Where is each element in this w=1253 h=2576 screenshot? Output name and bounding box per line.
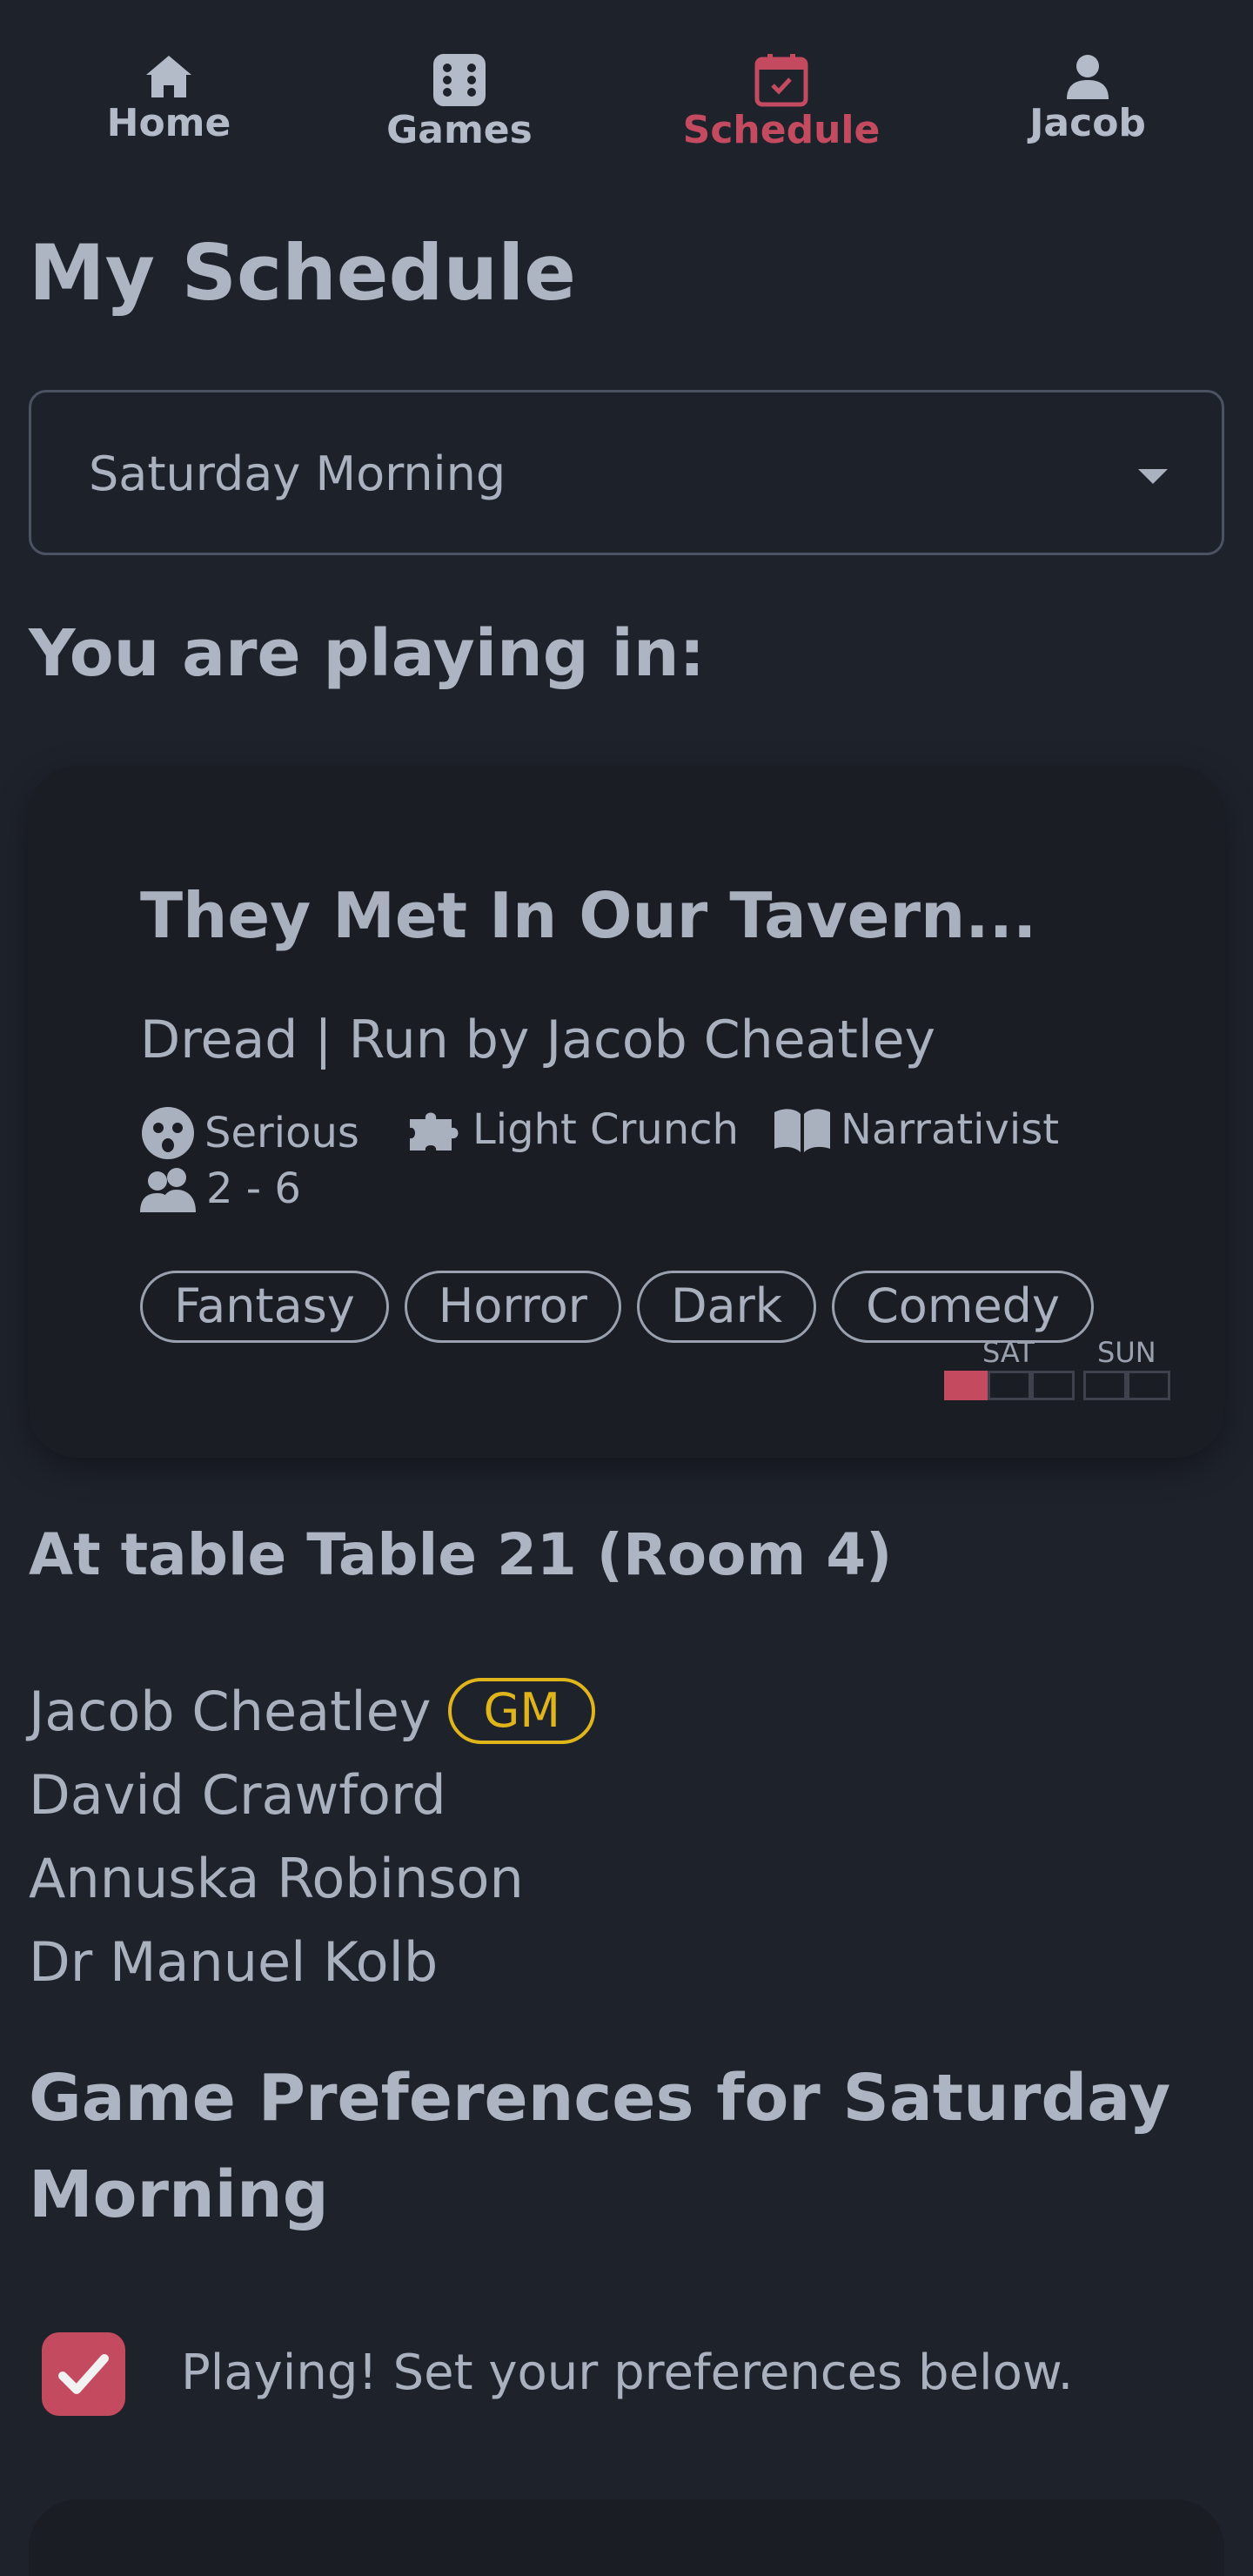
calendar-check-icon — [754, 54, 808, 107]
tag-chip: Comedy — [832, 1271, 1094, 1343]
nav-home-label: Home — [106, 101, 231, 145]
list-item: Jacob Cheatley GM — [29, 1669, 595, 1753]
player-name: Jacob Cheatley — [29, 1679, 432, 1743]
playing-checkbox-label: Playing! Set your preferences below. — [181, 2345, 1074, 2401]
playing-heading: You are playing in: — [29, 616, 706, 691]
list-item: Dr Manuel Kolb — [29, 1920, 595, 2003]
crunch-attribute: Light Crunch — [405, 1105, 739, 1154]
tone-attribute: Serious — [140, 1105, 359, 1161]
session-select[interactable]: Saturday Morning — [29, 390, 1224, 555]
users-icon — [140, 1168, 196, 1212]
slot-sat-afternoon — [988, 1371, 1031, 1400]
player-name: Annuska Robinson — [29, 1846, 524, 1910]
list-item: David Crawford — [29, 1753, 595, 1836]
nav-profile-label: Jacob — [1029, 101, 1146, 145]
puzzle-piece-icon — [410, 1112, 459, 1150]
game-card[interactable]: They Met In Our Tavern... Dread | Run by… — [29, 766, 1224, 1458]
game-subtitle: Dread | Run by Jacob Cheatley — [140, 1010, 936, 1070]
table-heading: At table Table 21 (Room 4) — [29, 1521, 893, 1588]
preferences-heading: Game Preferences for Saturday Morning — [29, 2061, 1171, 2232]
sat-slots — [944, 1371, 1075, 1400]
gm-badge: GM — [448, 1678, 595, 1744]
home-icon — [146, 56, 191, 97]
chevron-down-icon — [1138, 469, 1168, 484]
worried-face-icon — [142, 1107, 194, 1159]
checkmark-icon — [58, 2354, 109, 2394]
sun-label: SUN — [1097, 1336, 1156, 1369]
nav-games[interactable]: Games — [346, 52, 573, 150]
schedule-slots: SAT SUN — [944, 1336, 1170, 1405]
sun-slots — [1083, 1371, 1170, 1400]
sat-label: SAT — [982, 1336, 1035, 1369]
open-book-icon — [774, 1109, 830, 1152]
genre-tags: Fantasy Horror Dark Comedy — [140, 1271, 1094, 1343]
session-select-value: Saturday Morning — [89, 446, 506, 501]
user-icon — [1067, 55, 1109, 99]
slot-sun-afternoon — [1127, 1371, 1170, 1400]
tag-chip: Horror — [404, 1271, 621, 1343]
page-title: My Schedule — [29, 228, 576, 318]
dice-icon — [433, 54, 486, 106]
game-title: They Met In Our Tavern... — [140, 879, 1037, 952]
nav-profile[interactable]: Jacob — [975, 52, 1201, 143]
top-nav: Home Games Schedule Jacob — [0, 0, 1253, 174]
tag-chip: Fantasy — [140, 1271, 389, 1343]
tag-chip: Dark — [636, 1271, 817, 1343]
players-range: 2 - 6 — [206, 1164, 301, 1213]
crunch-label: Light Crunch — [472, 1105, 739, 1154]
preferences-card — [29, 2499, 1224, 2576]
style-attribute: Narrativist — [773, 1105, 1059, 1154]
nav-home[interactable]: Home — [56, 52, 282, 143]
playing-checkbox[interactable] — [42, 2332, 125, 2416]
nav-schedule-label: Schedule — [682, 108, 881, 152]
tone-label: Serious — [204, 1109, 359, 1157]
slot-sat-evening — [1031, 1371, 1075, 1400]
schedule-page: Home Games Schedule Jacob My Schedule Sa… — [0, 0, 1253, 2576]
player-name: Dr Manuel Kolb — [29, 1929, 439, 1994]
player-list: Jacob Cheatley GM David Crawford Annuska… — [29, 1669, 595, 2003]
nav-schedule[interactable]: Schedule — [668, 52, 895, 150]
list-item: Annuska Robinson — [29, 1836, 595, 1920]
slot-sun-morning — [1083, 1371, 1127, 1400]
player-name: David Crawford — [29, 1762, 446, 1827]
players-attribute: 2 - 6 — [140, 1164, 301, 1213]
style-label: Narrativist — [841, 1105, 1060, 1154]
nav-games-label: Games — [386, 108, 533, 152]
slot-sat-morning — [944, 1371, 988, 1400]
